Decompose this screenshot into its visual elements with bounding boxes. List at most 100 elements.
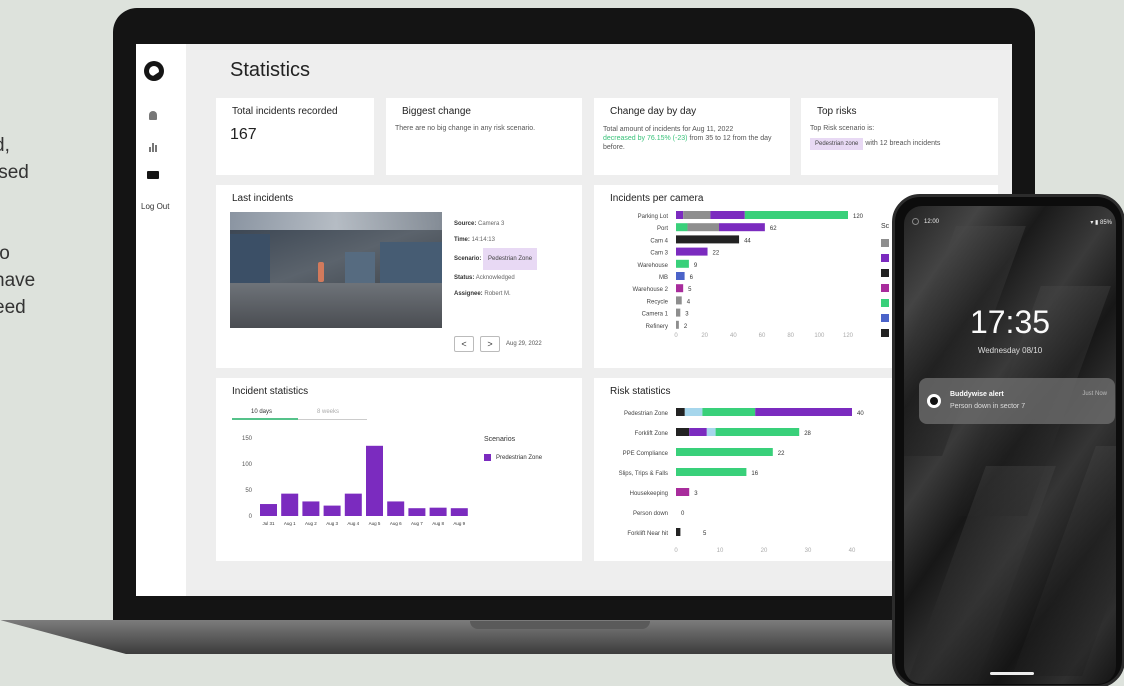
category-label: Cam 3 — [650, 251, 668, 257]
bar-segment — [676, 528, 681, 536]
category-label: Slips, Trips & Falls — [619, 471, 668, 477]
incident-pager: < > Aug 29, 2022 — [454, 336, 542, 352]
next-button[interactable]: > — [480, 336, 500, 352]
value-label: 0 — [681, 511, 685, 517]
notification-body: Person down in sector 7 — [950, 403, 1026, 410]
bar-segment — [706, 428, 716, 436]
legend-title: Sc — [881, 223, 890, 230]
tick-label: 80 — [787, 333, 794, 339]
background-text-line: to — [0, 243, 10, 264]
value-label: 9 — [694, 263, 698, 269]
category-label: Person down — [633, 511, 668, 517]
tick-label: 120 — [843, 333, 854, 339]
legend-swatch — [881, 254, 889, 262]
category-label: Aug 6 — [390, 521, 402, 526]
category-label: Recycle — [647, 299, 669, 305]
value-label: 22 — [713, 251, 720, 257]
card-title: Biggest change — [402, 106, 471, 117]
bar — [429, 507, 447, 516]
tick-label: 0 — [674, 548, 678, 554]
value-label: 62 — [770, 226, 777, 232]
tick-label: 150 — [242, 436, 253, 442]
tick-label: 100 — [814, 333, 825, 339]
bar-segment — [676, 296, 682, 305]
sidebar: Log Out — [136, 44, 186, 596]
value-label: 2 — [684, 324, 688, 330]
legend-item[interactable]: Predestrian Zone — [484, 454, 542, 461]
detail-row: Time: 14:14:13 — [454, 237, 495, 243]
phone: 12:00 ▾ ▮ 85% 17:35 Wednesday 08/10 Budd… — [892, 194, 1124, 686]
day-change-card: Change day by day Total amount of incide… — [594, 98, 790, 175]
bar-segment — [676, 428, 690, 436]
tick-label: 100 — [242, 462, 253, 468]
incident-statistics-card: Incident statistics 10 days 8 weeks 150 1… — [216, 378, 582, 561]
status-time: 12:00 — [924, 219, 940, 225]
incident-camera-image[interactable] — [230, 212, 442, 328]
bar-segment — [702, 408, 756, 416]
category-label: Pedestrian Zone — [624, 411, 669, 417]
category-label: Aug 3 — [326, 521, 338, 526]
bar-chart-icon[interactable] — [146, 138, 160, 152]
category-label: Aug 5 — [369, 521, 381, 526]
bell-icon[interactable] — [146, 108, 160, 122]
bar-segment — [676, 272, 685, 280]
camera-icon[interactable] — [146, 168, 160, 182]
value-label: 120 — [853, 214, 864, 220]
value-label: 44 — [744, 238, 751, 244]
tick-label: 30 — [805, 548, 812, 554]
bar-segment — [687, 223, 719, 232]
person-figure — [318, 262, 324, 282]
card-title: Total incidents recorded — [232, 106, 338, 117]
scenario-pill: Pedestrian zone — [810, 138, 864, 150]
notification-time: Just Now — [1082, 391, 1107, 397]
legend-title: Scenarios — [484, 436, 516, 443]
tick-label: 40 — [730, 333, 737, 339]
bar-segment — [676, 320, 679, 329]
bar-segment — [676, 468, 747, 476]
notification[interactable]: Buddywise alert Person down in sector 7 … — [919, 378, 1115, 424]
bar — [387, 501, 405, 516]
bar-segment — [676, 488, 690, 496]
bar — [323, 505, 341, 516]
category-label: Forklift Near hit — [627, 531, 668, 537]
notification-title: Buddywise alert — [950, 391, 1004, 398]
bar-segment — [676, 448, 773, 456]
legend-swatch — [484, 454, 491, 461]
tick-label: 10 — [717, 548, 724, 554]
lockscreen-clock: 17:35 — [969, 304, 1051, 340]
bar-segment — [719, 223, 765, 232]
incident-stats-chart: 150 100 50 0 Jul 31 Aug 1 Aug 2 Aug 3 Aug 4 Aug 5… — [242, 436, 468, 526]
dashboard-screen: Log Out Statistics Total incidents recor… — [136, 44, 1012, 596]
value-label: 4 — [687, 299, 691, 305]
category-label: Port — [657, 226, 668, 232]
background-text-line: d, — [0, 135, 10, 156]
home-indicator[interactable] — [990, 672, 1034, 675]
bar — [281, 493, 299, 516]
top-risks-rest: with 12 breach incidents — [865, 140, 941, 147]
card-title: Change day by day — [610, 106, 697, 117]
legend-swatch — [881, 299, 889, 307]
value-label: 40 — [857, 411, 864, 417]
legend-swatch — [881, 269, 889, 277]
tick-label: 20 — [701, 333, 708, 339]
day-change-decrease: decreased by 76.15% (-23) — [603, 135, 688, 142]
logo-icon[interactable] — [144, 61, 164, 81]
previous-button[interactable]: < — [454, 336, 474, 352]
tick-label: 0 — [674, 333, 678, 339]
bar — [366, 445, 383, 516]
category-label: MB — [659, 275, 668, 281]
battery-indicator: ▾ ▮ 85% — [1090, 220, 1112, 226]
page-title: Statistics — [230, 59, 311, 81]
category-label: Aug 8 — [432, 521, 444, 526]
background-text-line — [0, 213, 35, 240]
category-label: Housekeeping — [630, 491, 668, 497]
bar-segment — [715, 428, 800, 436]
bar-segment — [684, 408, 703, 416]
bar-segment — [683, 211, 711, 219]
category-label: Forklift Zone — [635, 431, 669, 437]
lockscreen-date: Wednesday 08/10 — [977, 346, 1043, 355]
logout-link[interactable]: Log Out — [141, 202, 169, 211]
tick-label: 60 — [759, 333, 766, 339]
detail-row: Assignee: Robert M. — [454, 291, 511, 297]
bar-segment — [676, 408, 685, 416]
